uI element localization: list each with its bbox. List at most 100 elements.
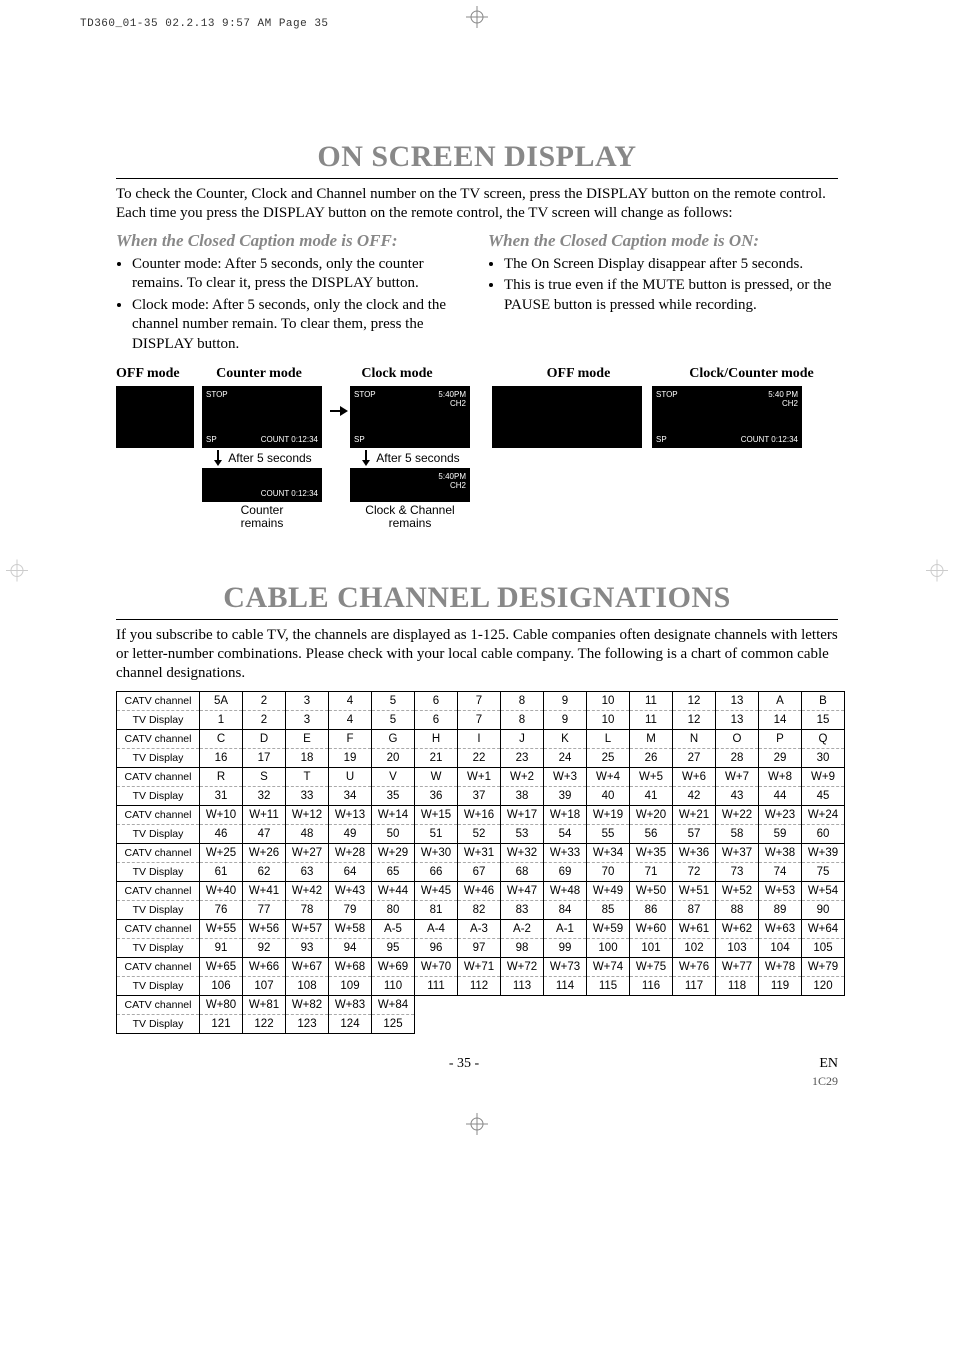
table-cell: 5 [372, 691, 415, 710]
table-cell: 107 [243, 976, 286, 995]
table-cell: W+39 [802, 843, 845, 862]
table-cell: 5 [372, 710, 415, 729]
table-cell: W+40 [200, 881, 243, 900]
table-cell: 2 [243, 691, 286, 710]
table-cell: W+10 [200, 805, 243, 824]
tv-time: 5:40PM [438, 390, 466, 399]
table-cell: 46 [200, 824, 243, 843]
table-cell: 15 [802, 710, 845, 729]
table-cell: W+57 [286, 919, 329, 938]
table-cell: W+80 [200, 995, 243, 1014]
label-off-mode: OFF mode [116, 366, 194, 382]
table-cell: W+61 [673, 919, 716, 938]
tv-count: COUNT 0:12:34 [261, 435, 318, 444]
row-header-tv: TV Display [117, 824, 200, 843]
row-header-tv: TV Display [117, 786, 200, 805]
table-cell: 51 [415, 824, 458, 843]
table-cell: 99 [544, 938, 587, 957]
row-header-catv: CATV channel [117, 919, 200, 938]
table-cell: W+44 [372, 881, 415, 900]
diagram-cc-off: OFF mode Counter mode Clock mode STOP SP… [116, 366, 470, 551]
table-cell: 68 [501, 862, 544, 881]
tv-ch: CH2 [450, 481, 466, 490]
table-cell: A-5 [372, 919, 415, 938]
rule [116, 178, 838, 179]
table-cell: L [587, 729, 630, 748]
row-header-catv: CATV channel [117, 805, 200, 824]
table-cell: W+50 [630, 881, 673, 900]
table-cell: W+66 [243, 957, 286, 976]
table-cell: W+11 [243, 805, 286, 824]
row-header-tv: TV Display [117, 748, 200, 767]
row-header-catv: CATV channel [117, 843, 200, 862]
table-cell: 28 [716, 748, 759, 767]
tv-counter-box: STOP SPCOUNT 0:12:34 [202, 386, 322, 448]
table-cell: 80 [372, 900, 415, 919]
page-slug: TD360_01-35 02.2.13 9:57 AM Page 35 [80, 18, 329, 30]
table-cell: 55 [587, 824, 630, 843]
table-cell: W+73 [544, 957, 587, 976]
tv-sp: SP [354, 435, 365, 444]
table-cell: 1 [200, 710, 243, 729]
row-header-catv: CATV channel [117, 729, 200, 748]
table-cell: W+42 [286, 881, 329, 900]
table-cell: W+22 [716, 805, 759, 824]
registration-mark-top [466, 6, 488, 28]
table-cell: F [329, 729, 372, 748]
table-cell: W+78 [759, 957, 802, 976]
table-cell: W+62 [716, 919, 759, 938]
table-cell: 87 [673, 900, 716, 919]
table-cell: W+25 [200, 843, 243, 862]
table-cell: 124 [329, 1014, 372, 1033]
table-cell: W+51 [673, 881, 716, 900]
table-cell: P [759, 729, 802, 748]
row-header-tv: TV Display [117, 938, 200, 957]
table-cell: A-4 [415, 919, 458, 938]
table-cell: S [243, 767, 286, 786]
table-cell: 66 [415, 862, 458, 881]
table-cell: 52 [458, 824, 501, 843]
table-cell: 115 [587, 976, 630, 995]
table-cell: 119 [759, 976, 802, 995]
table-cell: W+19 [587, 805, 630, 824]
table-cell: 76 [200, 900, 243, 919]
table-cell: 59 [759, 824, 802, 843]
table-cell: 6 [415, 710, 458, 729]
table-cell: W+76 [673, 957, 716, 976]
table-cell: J [501, 729, 544, 748]
table-cell: W+81 [243, 995, 286, 1014]
label-clock-counter-mode: Clock/Counter mode [665, 366, 838, 382]
table-cell: W+69 [372, 957, 415, 976]
table-cell: 37 [458, 786, 501, 805]
tv-clock-box: STOP5:40PMCH2 SP [350, 386, 470, 448]
table-cell: 101 [630, 938, 673, 957]
table-cell: 14 [759, 710, 802, 729]
table-cell: W+28 [329, 843, 372, 862]
table-cell: W+15 [415, 805, 458, 824]
row-header-catv: CATV channel [117, 957, 200, 976]
table-cell: D [243, 729, 286, 748]
table-cell: 3 [286, 691, 329, 710]
row-header-catv: CATV channel [117, 691, 200, 710]
table-cell: 43 [716, 786, 759, 805]
table-cell: 49 [329, 824, 372, 843]
table-cell: C [200, 729, 243, 748]
table-cell: 6 [415, 691, 458, 710]
table-cell: W+74 [587, 957, 630, 976]
tv-counter-remains-box: COUNT 0:12:34 [202, 468, 322, 502]
table-cell: 10 [587, 691, 630, 710]
bullet: This is true even if the MUTE button is … [504, 276, 838, 315]
table-cell: 34 [329, 786, 372, 805]
table-cell: W+30 [415, 843, 458, 862]
table-cell: 27 [673, 748, 716, 767]
table-cell: 32 [243, 786, 286, 805]
table-cell: 57 [673, 824, 716, 843]
table-cell: B [802, 691, 845, 710]
table-cell: 18 [286, 748, 329, 767]
table-cell: 89 [759, 900, 802, 919]
row-header-tv: TV Display [117, 710, 200, 729]
table-cell: 100 [587, 938, 630, 957]
tv-stop: STOP [354, 390, 376, 408]
table-cell: 105 [802, 938, 845, 957]
table-cell: W+45 [415, 881, 458, 900]
